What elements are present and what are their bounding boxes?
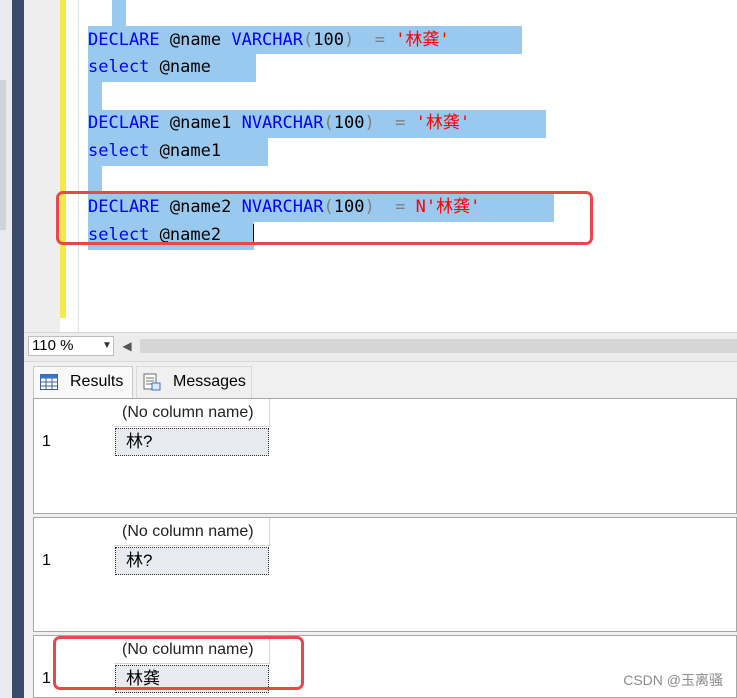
row-number[interactable]: 1 bbox=[34, 547, 80, 575]
type-keyword: VARCHAR bbox=[231, 30, 303, 50]
result-cell[interactable]: 林? bbox=[115, 428, 269, 456]
paren: ) bbox=[364, 113, 375, 133]
paren: ( bbox=[303, 30, 314, 50]
result-grid[interactable]: (No column name) 1 林? bbox=[33, 398, 737, 514]
result-grid[interactable]: (No column name) 1 林? bbox=[33, 517, 737, 632]
paren: ( bbox=[323, 113, 334, 133]
code-line-declare-name1[interactable]: DECLARE @name1 NVARCHAR(100) = '林龚' bbox=[88, 110, 470, 136]
grid-icon bbox=[40, 374, 58, 390]
zoom-value: 110 % bbox=[32, 337, 74, 354]
horizontal-scrollbar[interactable] bbox=[140, 339, 737, 353]
column-header[interactable]: (No column name) bbox=[114, 518, 270, 546]
code-line-select-name1[interactable]: select @name1 bbox=[88, 138, 221, 164]
keyword: select bbox=[88, 57, 150, 77]
watermark: CSDN @玉离骚 bbox=[623, 672, 723, 688]
keyword: DECLARE bbox=[88, 113, 160, 133]
variable: @name bbox=[169, 30, 222, 50]
equals: = bbox=[354, 30, 385, 50]
messages-icon bbox=[143, 373, 161, 391]
keyword: DECLARE bbox=[88, 30, 160, 50]
tab-results-label: Results bbox=[70, 373, 124, 390]
selection-block bbox=[88, 166, 102, 194]
tab-messages[interactable]: Messages bbox=[136, 366, 252, 398]
tab-results[interactable]: Results bbox=[33, 366, 133, 398]
selection-block bbox=[88, 82, 102, 110]
scroll-left-icon[interactable]: ◀ bbox=[120, 336, 134, 356]
tab-messages-label: Messages bbox=[173, 373, 246, 390]
left-panel-scroll bbox=[0, 80, 6, 230]
type-keyword: NVARCHAR bbox=[241, 113, 324, 133]
variable: @name1 bbox=[159, 141, 222, 161]
variable: @name1 bbox=[169, 113, 232, 133]
keyword: select bbox=[88, 141, 150, 161]
result-cell[interactable]: 林? bbox=[115, 547, 269, 575]
type-size: 100 bbox=[333, 113, 365, 133]
code-line-declare-name[interactable]: DECLARE @name VARCHAR(100) = '林龚' bbox=[88, 27, 450, 53]
paren: ) bbox=[343, 30, 355, 50]
variable: @name bbox=[159, 57, 211, 77]
equals: = bbox=[374, 113, 406, 133]
window-splitter[interactable] bbox=[12, 0, 24, 698]
string-literal: '林龚' bbox=[395, 30, 450, 50]
row-number[interactable]: 1 bbox=[34, 428, 80, 456]
string-literal: '林龚' bbox=[415, 113, 471, 133]
code-line-select-name[interactable]: select @name bbox=[88, 54, 211, 80]
editor-gutter bbox=[24, 0, 60, 332]
annotation-box-declare bbox=[56, 191, 593, 245]
column-header[interactable]: (No column name) bbox=[114, 399, 270, 427]
annotation-box-result bbox=[53, 636, 304, 690]
gutter-divider bbox=[78, 0, 79, 332]
change-tracking-bar bbox=[60, 0, 66, 318]
chevron-down-icon[interactable]: ▼ bbox=[101, 336, 113, 356]
type-size: 100 bbox=[313, 30, 344, 50]
selection-block bbox=[112, 0, 126, 26]
